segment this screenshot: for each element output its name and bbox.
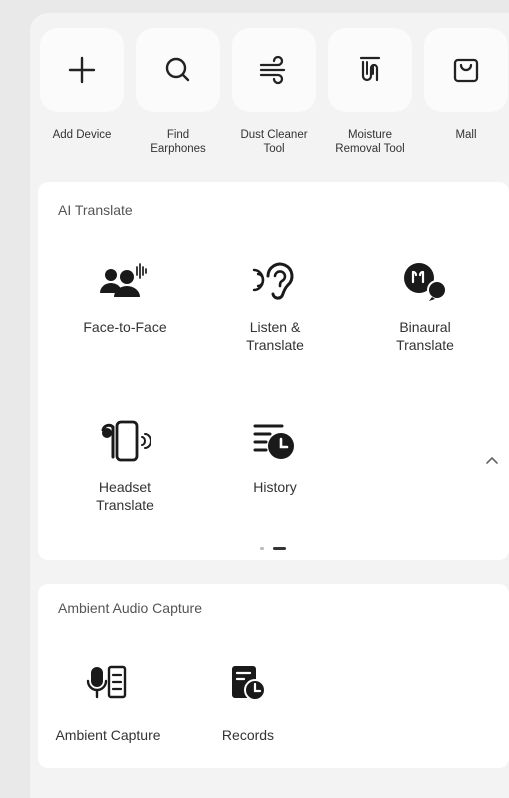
shopping-bag-icon xyxy=(453,58,479,83)
headset-translate-button[interactable]: Headset Translate xyxy=(50,418,200,514)
ai-translate-card: AI Translate Face-to-Face Listen & Trans… xyxy=(38,182,509,560)
chevron-up-icon[interactable] xyxy=(484,454,500,466)
mall-tile[interactable] xyxy=(424,28,508,112)
binaural-earbuds-icon xyxy=(404,263,447,301)
history-label: History xyxy=(253,479,297,495)
binaural-translate-button[interactable]: Binaural Translate xyxy=(350,258,500,354)
face-to-face-label: Face-to-Face xyxy=(83,319,167,335)
find-earphones-label: Find Earphones xyxy=(150,129,206,155)
find-earphones-tile[interactable] xyxy=(136,28,220,112)
ambient-capture-label: Ambient Capture xyxy=(55,727,161,743)
ai-translate-title: AI Translate xyxy=(58,202,133,218)
moisture-removal-tile[interactable] xyxy=(328,28,412,112)
plus-icon xyxy=(68,56,96,84)
face-to-face-button[interactable]: Face-to-Face xyxy=(50,258,200,336)
mic-list-icon xyxy=(86,665,127,699)
records-clock-icon xyxy=(232,666,266,701)
listen-translate-label: Listen & Translate xyxy=(246,319,304,353)
dust-cleaner-button[interactable]: Dust Cleaner Tool xyxy=(228,28,320,156)
add-device-label: Add Device xyxy=(52,129,112,141)
mall-button[interactable]: Mall xyxy=(420,28,509,142)
add-device-button[interactable]: Add Device xyxy=(36,28,128,142)
listen-ear-icon xyxy=(252,262,294,300)
records-label: Records xyxy=(221,727,275,743)
mall-label: Mall xyxy=(455,129,477,141)
ambient-audio-card: Ambient Audio Capture Ambient Capture Re… xyxy=(38,584,509,768)
dust-cleaner-tile[interactable] xyxy=(232,28,316,112)
wind-icon xyxy=(259,55,286,85)
find-earphones-button[interactable]: Find Earphones xyxy=(132,28,224,156)
quick-tools-row: Add Device Find Earphones Dust Cleaner Too… xyxy=(38,28,509,178)
headset-translate-label: Headset Translate xyxy=(96,479,154,513)
page-indicator-dot xyxy=(260,547,264,550)
face-to-face-icon xyxy=(100,263,147,297)
ambient-capture-button[interactable]: Ambient Capture xyxy=(48,660,168,744)
moisture-removal-button[interactable]: Moisture Removal Tool xyxy=(324,28,416,156)
ambient-audio-title: Ambient Audio Capture xyxy=(58,600,202,616)
dust-cleaner-label: Dust Cleaner Tool xyxy=(240,129,308,155)
history-button[interactable]: History xyxy=(200,418,350,496)
history-clock-icon xyxy=(253,424,294,459)
moisture-icon xyxy=(359,56,381,82)
binaural-translate-label: Binaural Translate xyxy=(396,319,454,353)
records-button[interactable]: Records xyxy=(188,660,308,744)
page-indicator-active xyxy=(273,547,286,550)
listen-translate-button[interactable]: Listen & Translate xyxy=(200,258,350,354)
add-device-tile[interactable] xyxy=(40,28,124,112)
moisture-removal-label: Moisture Removal Tool xyxy=(335,129,405,155)
headset-phone-icon xyxy=(101,420,151,462)
search-icon xyxy=(165,57,190,82)
page-indicator xyxy=(260,547,288,550)
